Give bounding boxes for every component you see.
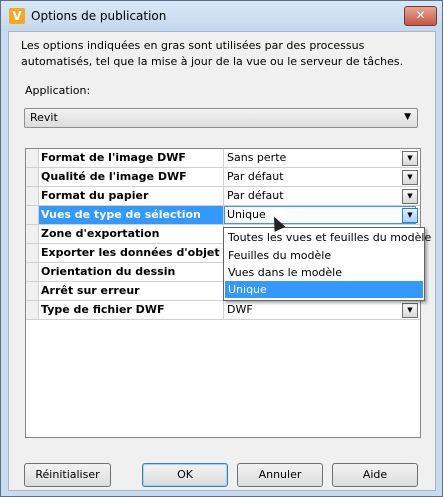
application-select-value: Revit bbox=[30, 111, 58, 124]
property-name: Vues de type de sélection bbox=[39, 206, 224, 224]
dropdown-arrow-icon[interactable]: ▼ bbox=[402, 303, 418, 318]
selection-type-dropdown-list[interactable]: Toutes les vues et feuilles du modèle Fe… bbox=[223, 227, 431, 301]
help-button[interactable]: Aide bbox=[332, 463, 418, 487]
application-label: Application: bbox=[25, 84, 91, 97]
row-gutter bbox=[26, 168, 39, 186]
property-name: Zone d'exportation bbox=[39, 225, 224, 243]
dropdown-arrow-icon[interactable]: ▼ bbox=[402, 208, 418, 223]
dropdown-option[interactable]: Toutes les vues et feuilles du modèle bbox=[225, 229, 431, 246]
property-row[interactable]: Format de l'image DWF Sans perte ▼ bbox=[26, 149, 420, 168]
property-value[interactable]: Unique bbox=[224, 206, 421, 224]
row-gutter bbox=[26, 282, 39, 300]
property-row-selected[interactable]: Vues de type de sélection Unique ▼ bbox=[26, 206, 420, 225]
close-button[interactable]: ✕ bbox=[404, 6, 437, 26]
description-text: Les options indiquées en gras sont utili… bbox=[21, 39, 404, 68]
row-gutter bbox=[26, 206, 39, 224]
property-name: Orientation du dessin bbox=[39, 263, 224, 281]
property-value[interactable]: Sans perte bbox=[224, 149, 421, 167]
property-value[interactable]: Par défaut bbox=[224, 187, 421, 205]
dialog-window: V Options de publication ✕ Les options i… bbox=[0, 0, 443, 497]
property-name: Format du papier bbox=[39, 187, 224, 205]
property-row[interactable]: Format du papier Par défaut ▼ bbox=[26, 187, 420, 206]
dropdown-option[interactable]: Feuilles du modèle bbox=[225, 247, 423, 264]
property-row[interactable]: Type de fichier DWF DWF ▼ bbox=[26, 301, 420, 320]
reset-button[interactable]: Réinitialiser bbox=[24, 463, 111, 487]
dropdown-arrow-icon[interactable]: ▼ bbox=[402, 189, 418, 204]
property-name: Arrêt sur erreur bbox=[39, 282, 224, 300]
dropdown-option[interactable]: Vues dans le modèle bbox=[225, 264, 423, 281]
window-title: Options de publication bbox=[31, 9, 167, 23]
vault-app-icon: V bbox=[9, 8, 25, 24]
property-name: Exporter les données d'objet bbox=[39, 244, 224, 262]
dropdown-arrow-icon[interactable]: ▼ bbox=[402, 151, 418, 166]
ok-button[interactable]: OK bbox=[142, 463, 228, 487]
property-name: Format de l'image DWF bbox=[39, 149, 224, 167]
row-gutter bbox=[26, 244, 39, 262]
row-gutter bbox=[26, 263, 39, 281]
application-select[interactable]: Revit ▼ bbox=[24, 108, 418, 128]
dropdown-option-selected[interactable]: Unique bbox=[225, 281, 423, 298]
property-name: Type de fichier DWF bbox=[39, 301, 224, 319]
row-gutter bbox=[26, 301, 39, 319]
property-value[interactable]: Par défaut bbox=[224, 168, 421, 186]
row-gutter bbox=[26, 225, 39, 243]
cancel-button[interactable]: Annuler bbox=[237, 463, 323, 487]
title-bar[interactable]: V Options de publication ✕ bbox=[1, 1, 442, 31]
property-value[interactable]: DWF bbox=[224, 301, 421, 319]
dropdown-arrow-icon[interactable]: ▼ bbox=[402, 170, 418, 185]
row-gutter bbox=[26, 187, 39, 205]
property-row[interactable]: Qualité de l'image DWF Par défaut ▼ bbox=[26, 168, 420, 187]
chevron-down-icon: ▼ bbox=[404, 112, 411, 122]
property-name: Qualité de l'image DWF bbox=[39, 168, 224, 186]
row-gutter bbox=[26, 149, 39, 167]
